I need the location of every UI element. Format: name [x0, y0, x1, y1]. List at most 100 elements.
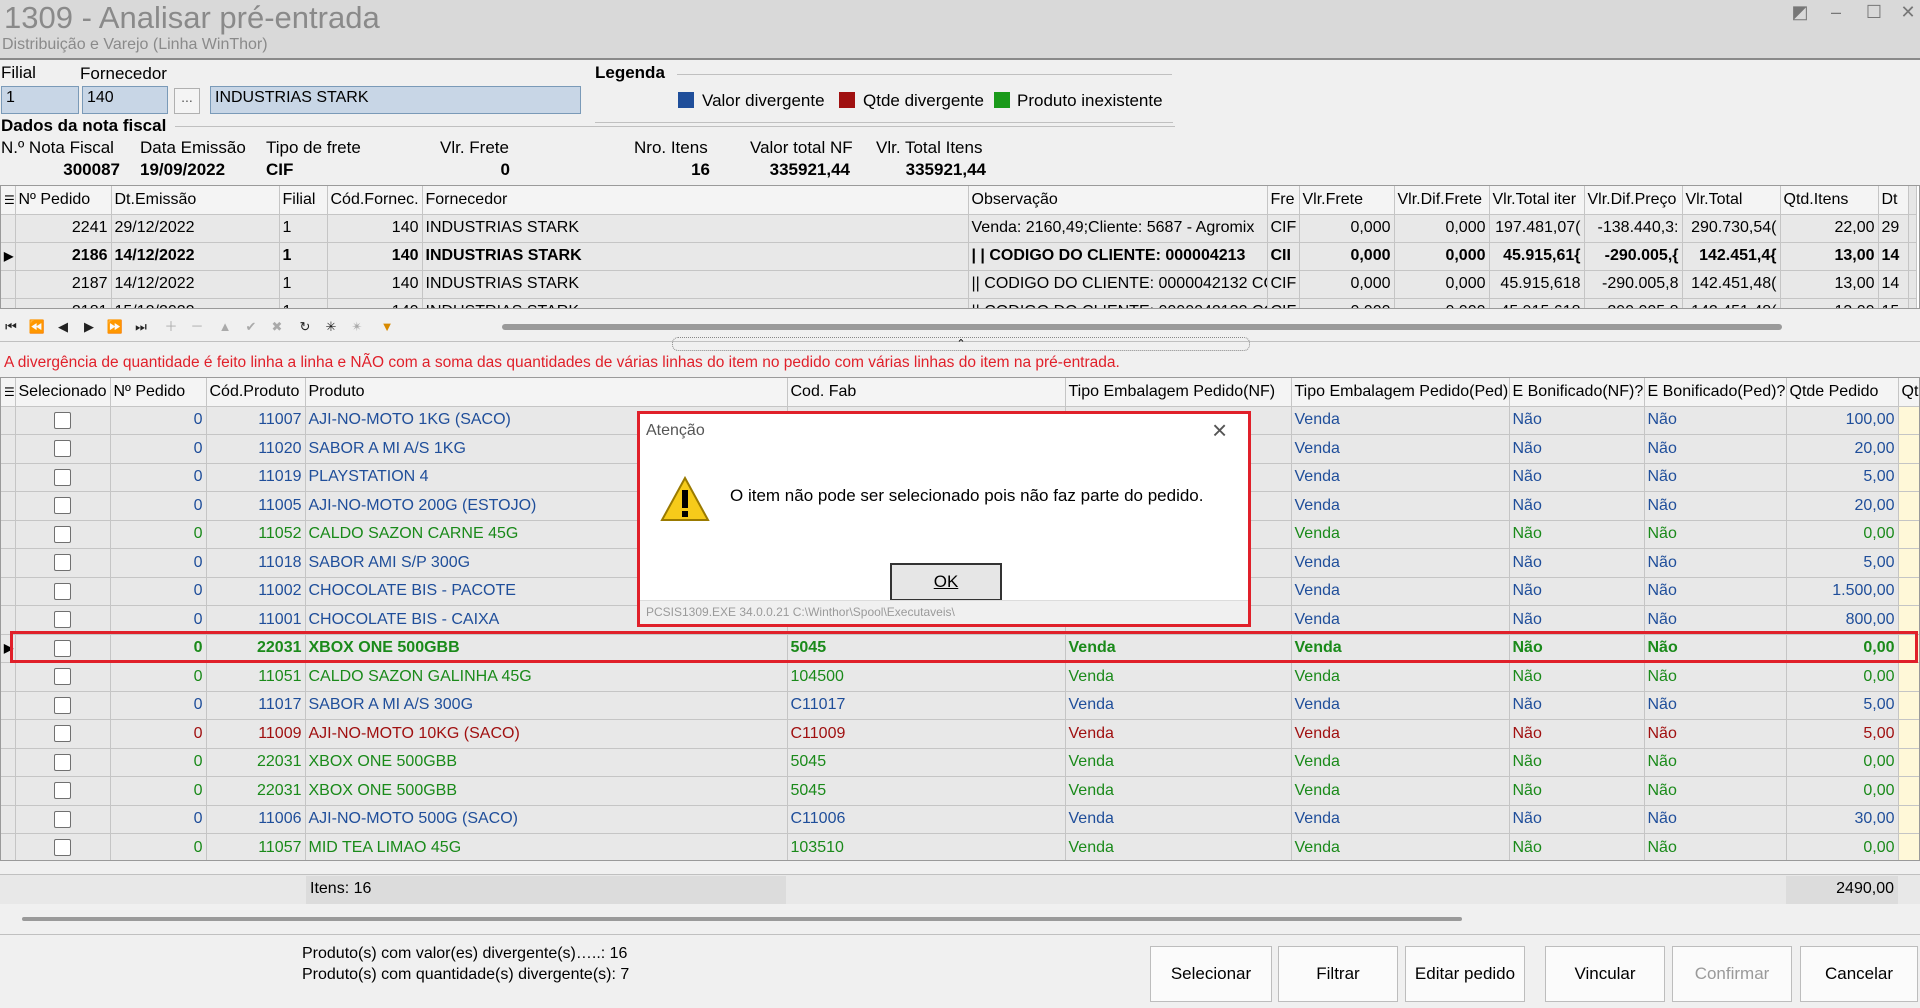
order-cell[interactable]: 0,000	[1394, 242, 1490, 271]
select-checkbox-cell[interactable]	[15, 463, 111, 492]
order-cell[interactable]: 290.730,54(	[1682, 214, 1781, 243]
item-cell-qtde[interactable]: 1.500,00	[1786, 577, 1899, 606]
item-cell-emb-ped[interactable]: Venda	[1291, 406, 1510, 435]
item-cell-pedido[interactable]: 0	[110, 833, 207, 860]
item-cell-bon-ped[interactable]: Não	[1644, 434, 1787, 464]
items-col-header[interactable]: Tipo Embalagem Pedido(NF)	[1065, 378, 1292, 407]
order-row[interactable]: 2241 29/12/2022 1 140 INDUSTRIAS STARK Venda:…	[1, 214, 1917, 243]
order-row[interactable]: 2187 14/12/2022 1 140 INDUSTRIAS STARK || COD…	[1, 270, 1917, 299]
order-cell[interactable]: 15/12/2022	[111, 298, 280, 308]
select-checkbox-cell[interactable]	[15, 662, 111, 692]
items-col-header[interactable]: E Bonificado(NF)?	[1509, 378, 1645, 407]
item-cell-cod[interactable]: 22031	[206, 634, 306, 663]
prior-page-icon[interactable]: ⏪	[26, 316, 48, 338]
item-cell-produto[interactable]: AJI-NO-MOTO 500G (SACO)	[305, 805, 788, 834]
items-col-header[interactable]: Qtde Pedido	[1786, 378, 1899, 407]
item-cell-pedido[interactable]: 0	[110, 605, 207, 635]
item-cell-bon-nf[interactable]: Não	[1509, 662, 1645, 692]
item-cell-fab[interactable]: 5045	[787, 634, 1066, 663]
item-row[interactable]: 0 11009 AJI-NO-MOTO 10KG (SACO) C11009 Venda…	[1, 719, 1919, 749]
select-checkbox[interactable]	[54, 440, 71, 458]
item-cell-produto[interactable]: AJI-NO-MOTO 10KG (SACO)	[305, 719, 788, 749]
select-checkbox[interactable]	[54, 554, 71, 572]
order-cell[interactable]: || CODIGO DO CLIENTE: 0000042132 CC	[968, 298, 1268, 308]
item-cell-emb-nf[interactable]: Venda	[1065, 691, 1292, 720]
filial-field[interactable]: 1	[1, 86, 79, 114]
goto-bookmark-icon[interactable]: ✴	[346, 316, 368, 338]
editar-pedido-button[interactable]: Editar pedido	[1405, 946, 1525, 1002]
item-cell-qtde[interactable]: 5,00	[1786, 691, 1899, 720]
orders-scrollbar[interactable]	[1908, 186, 1917, 215]
item-cell-fab[interactable]: C11006	[787, 805, 1066, 834]
order-cell[interactable]: -138.440,3:	[1584, 214, 1683, 243]
select-checkbox[interactable]	[54, 582, 71, 600]
item-cell-fab[interactable]: C11017	[787, 691, 1066, 720]
item-cell-bon-nf[interactable]: Não	[1509, 406, 1645, 435]
item-cell-pedido[interactable]: 0	[110, 691, 207, 720]
order-cell[interactable]: 140	[327, 270, 423, 299]
order-cell[interactable]: 0,000	[1299, 214, 1395, 243]
order-cell[interactable]: 14/12/2022	[111, 242, 280, 271]
select-checkbox-cell[interactable]	[15, 634, 111, 663]
items-hscrollbar[interactable]	[22, 917, 1462, 921]
order-cell[interactable]: CII	[1267, 242, 1300, 271]
item-cell-pedido[interactable]: 0	[110, 463, 207, 492]
orders-col-header[interactable]: Vlr.Total iter	[1489, 186, 1585, 215]
orders-scrollbar-cell[interactable]	[1908, 214, 1917, 243]
item-cell-bon-nf[interactable]: Não	[1509, 605, 1645, 635]
item-cell-emb-ped[interactable]: Venda	[1291, 577, 1510, 606]
order-cell[interactable]: CIF	[1267, 270, 1300, 299]
item-cell-emb-nf[interactable]: Venda	[1065, 719, 1292, 749]
close-button[interactable]: ✕	[1890, 2, 1920, 24]
order-cell[interactable]: -290.005,8	[1584, 298, 1683, 308]
order-cell[interactable]: 13,00	[1780, 270, 1879, 299]
item-cell-produto[interactable]: XBOX ONE 500GBB	[305, 748, 788, 777]
select-checkbox[interactable]	[54, 611, 71, 629]
item-cell-qtde[interactable]: 0,00	[1786, 748, 1899, 777]
item-cell-produto[interactable]: CALDO SAZON GALINHA 45G	[305, 662, 788, 692]
item-cell-bon-nf[interactable]: Não	[1509, 776, 1645, 806]
order-cell[interactable]: 1	[279, 214, 328, 243]
item-cell-qtde[interactable]: 100,00	[1786, 406, 1899, 435]
item-cell-bon-ped[interactable]: Não	[1644, 520, 1787, 549]
item-cell-produto[interactable]: SABOR A MI A/S 300G	[305, 691, 788, 720]
item-cell-emb-ped[interactable]: Venda	[1291, 605, 1510, 635]
restore-layout-icon[interactable]: ◩	[1782, 2, 1818, 24]
orders-col-header[interactable]: Vlr.Frete	[1299, 186, 1395, 215]
item-cell-qtde[interactable]: 20,00	[1786, 434, 1899, 464]
fornecedor-lookup-button[interactable]: ...	[174, 88, 200, 114]
item-cell-cod[interactable]: 11002	[206, 577, 306, 606]
item-cell-pedido[interactable]: 0	[110, 491, 207, 521]
item-cell-pedido[interactable]: 0	[110, 577, 207, 606]
item-cell-bon-ped[interactable]: Não	[1644, 406, 1787, 435]
orders-col-header[interactable]: Observação	[968, 186, 1268, 215]
order-cell[interactable]: 1	[279, 242, 328, 271]
item-cell-bon-nf[interactable]: Não	[1509, 634, 1645, 663]
select-checkbox[interactable]	[54, 725, 71, 743]
orders-col-header[interactable]: Vlr.Total	[1682, 186, 1781, 215]
order-cell[interactable]: 1	[279, 270, 328, 299]
select-checkbox-cell[interactable]	[15, 577, 111, 606]
item-cell-pedido[interactable]: 0	[110, 520, 207, 549]
item-cell-bon-nf[interactable]: Não	[1509, 805, 1645, 834]
select-checkbox[interactable]	[54, 839, 71, 857]
order-cell[interactable]: 140	[327, 242, 423, 271]
item-cell-bon-nf[interactable]: Não	[1509, 463, 1645, 492]
item-cell-fab[interactable]: 5045	[787, 776, 1066, 806]
orders-col-header[interactable]: Filial	[279, 186, 328, 215]
order-cell[interactable]: INDUSTRIAS STARK	[422, 242, 969, 271]
insert-icon[interactable]: ＋	[160, 316, 182, 338]
dialog-ok-button[interactable]: OK	[890, 563, 1002, 601]
order-cell[interactable]: Venda: 2160,49;Cliente: 5687 - Agromix	[968, 214, 1268, 243]
order-cell[interactable]: CIF	[1267, 214, 1300, 243]
order-cell[interactable]: 14	[1878, 270, 1909, 299]
item-cell-emb-ped[interactable]: Venda	[1291, 691, 1510, 720]
item-row[interactable]: 0 11017 SABOR A MI A/S 300G C11017 Venda Vend…	[1, 691, 1919, 720]
next-page-icon[interactable]: ⏩	[104, 316, 126, 338]
item-cell-emb-nf[interactable]: Venda	[1065, 805, 1292, 834]
item-cell-pedido[interactable]: 0	[110, 634, 207, 663]
item-cell-emb-ped[interactable]: Venda	[1291, 634, 1510, 663]
items-col-header[interactable]: Cod. Fab	[787, 378, 1066, 407]
select-checkbox[interactable]	[54, 525, 71, 543]
item-cell-cod[interactable]: 11017	[206, 691, 306, 720]
